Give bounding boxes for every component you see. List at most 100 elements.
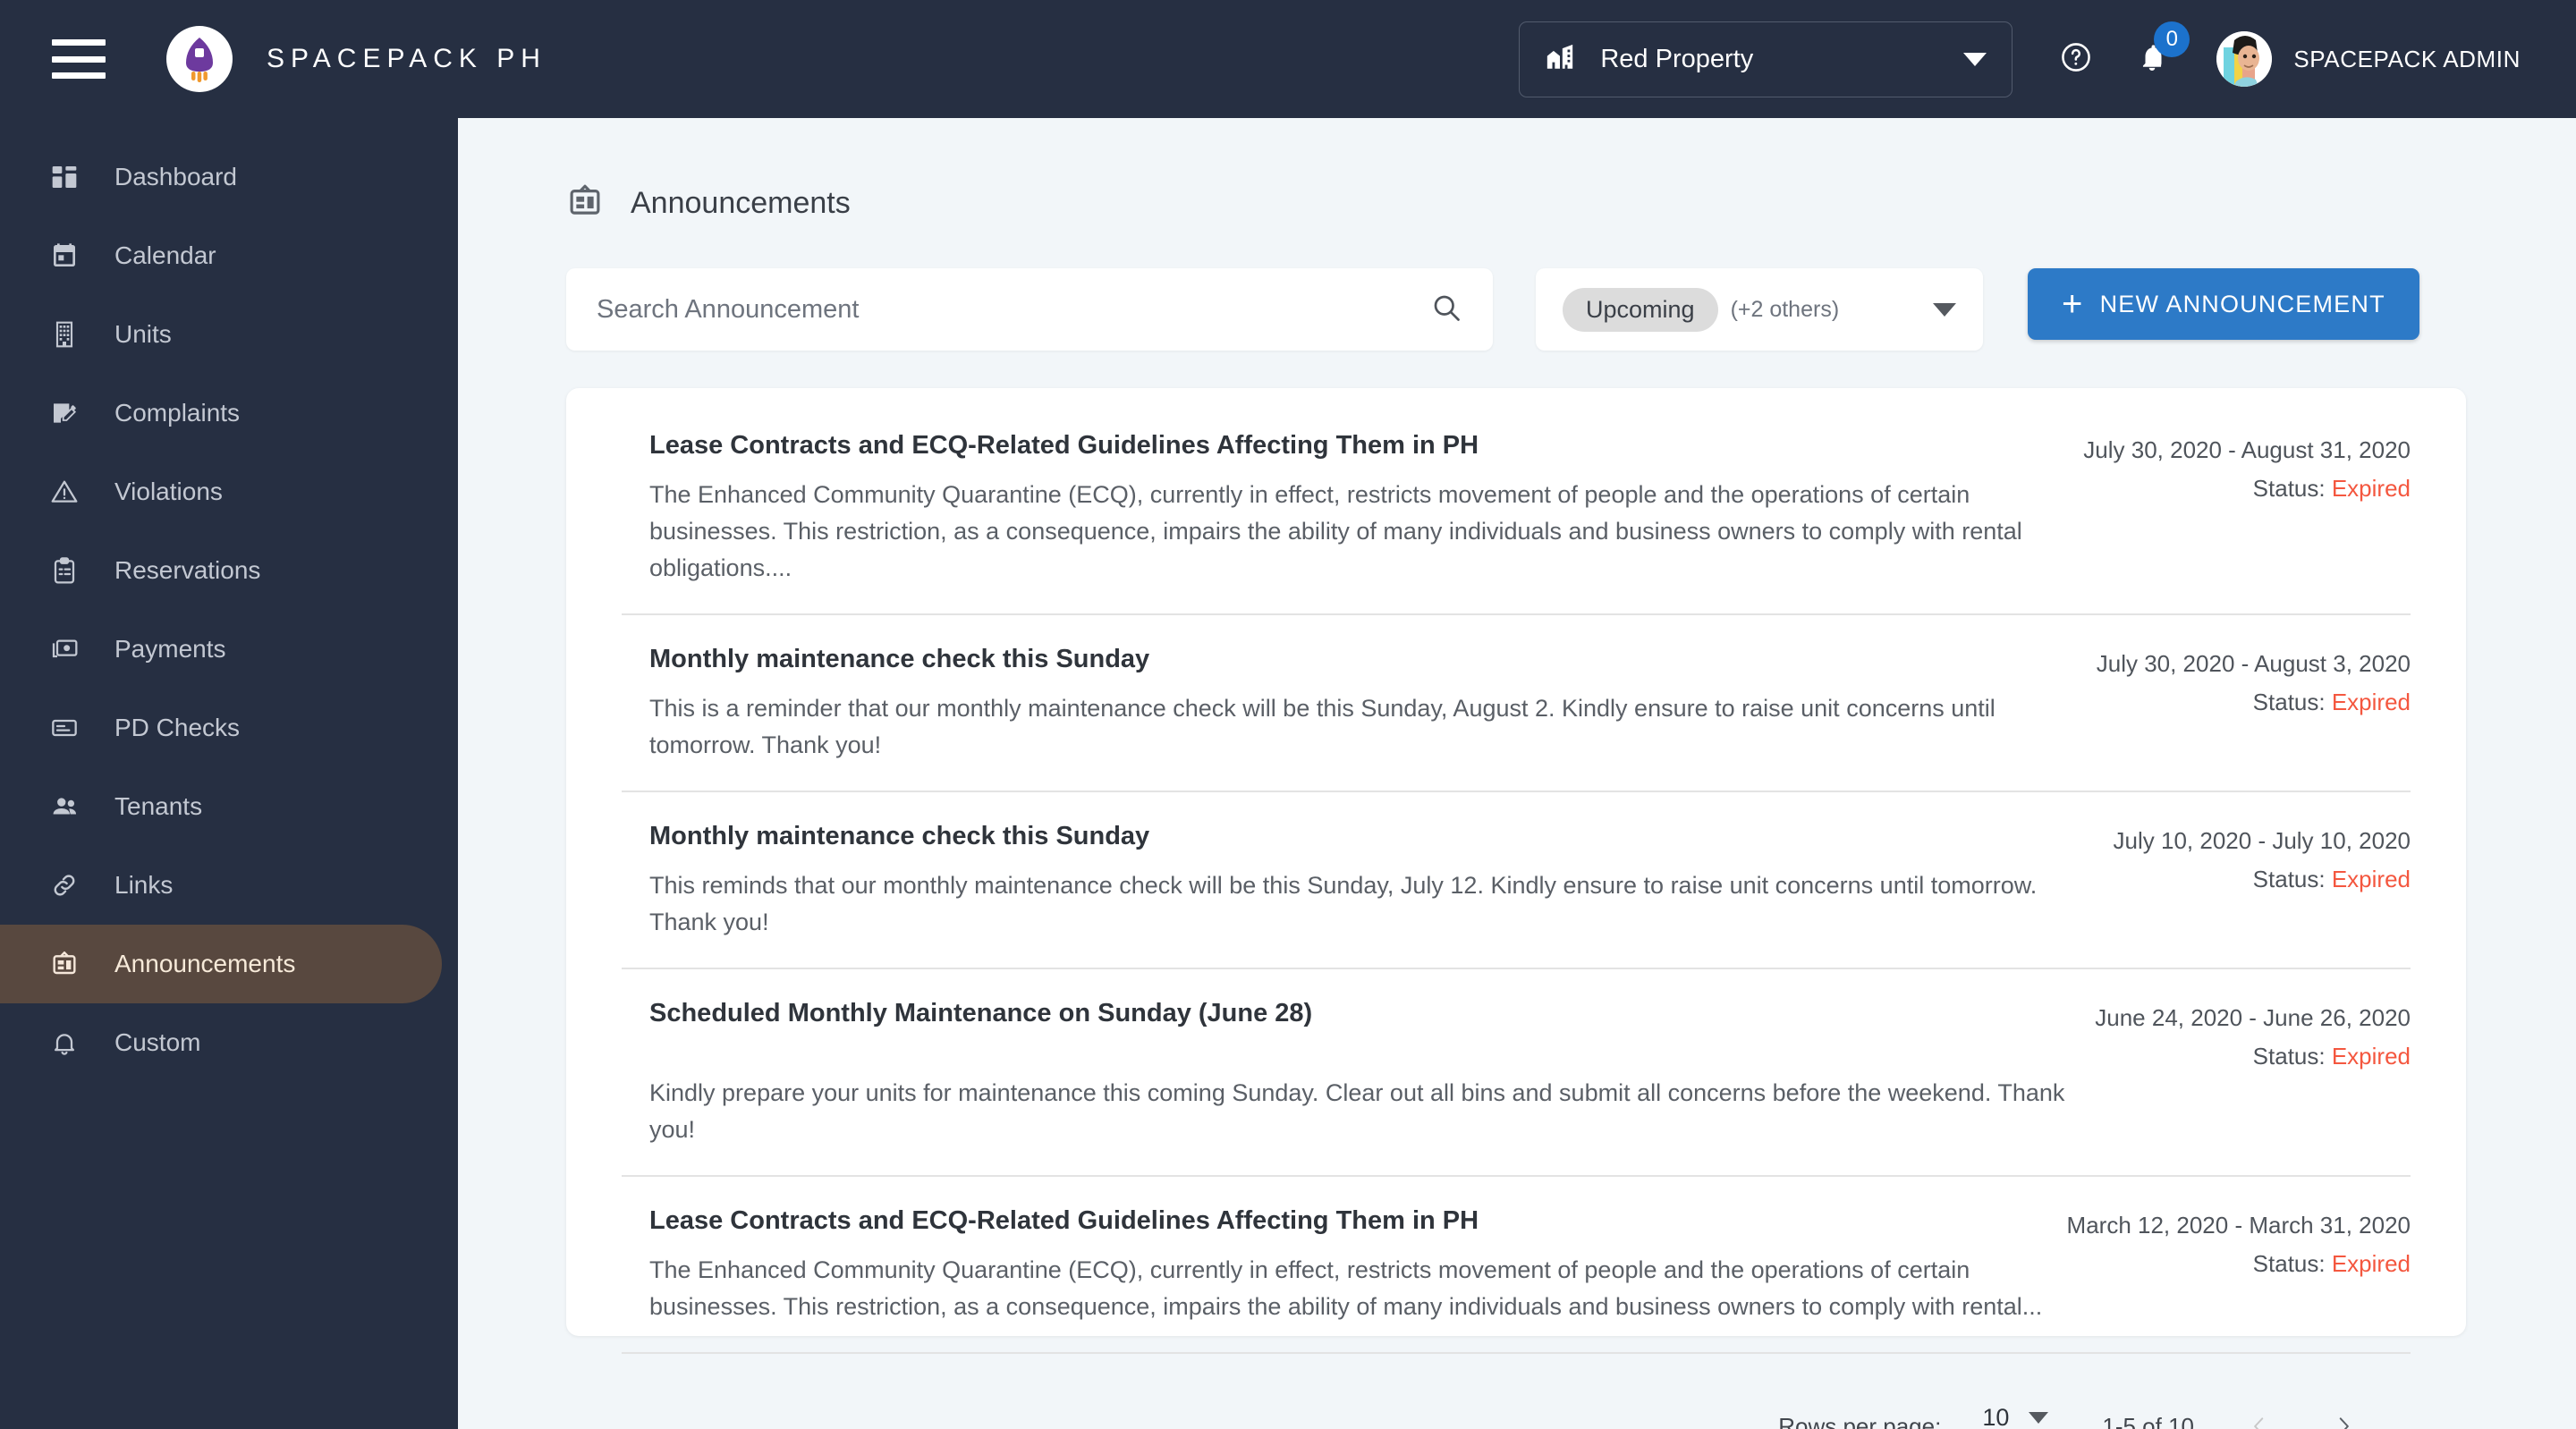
search-input[interactable] [597, 294, 1430, 325]
bell-outline-icon [50, 1028, 91, 1057]
announcement-title: Lease Contracts and ECQ-Related Guidelin… [649, 1206, 1479, 1235]
status-badge: Status: Expired [2097, 689, 2411, 716]
page-title: Announcements [631, 186, 851, 220]
announcement-meta: June 24, 2020 - June 26, 2020 Status: Ex… [2095, 999, 2411, 1148]
search-icon[interactable] [1430, 292, 1462, 328]
avatar [2216, 31, 2273, 87]
help-circle-icon[interactable] [2059, 40, 2093, 79]
announcements-card: Lease Contracts and ECQ-Related Guidelin… [566, 388, 2466, 1429]
table-row[interactable]: Monthly maintenance check this Sunday Th… [622, 792, 2411, 969]
people-icon [50, 791, 91, 822]
status-filter-dropdown[interactable]: Upcoming (+2 others) [1536, 268, 1983, 351]
sidebar-item-label: Violations [114, 478, 223, 505]
property-name: Red Property [1600, 44, 1754, 73]
previous-page-button[interactable] [2241, 1402, 2278, 1429]
sidebar-item-label: Calendar [114, 241, 216, 269]
announcement-dates: March 12, 2020 - March 31, 2020 [2066, 1212, 2411, 1239]
status-badge: Status: Expired [2067, 1250, 2411, 1278]
rows-per-page-label: Rows per page: [1778, 1412, 1942, 1429]
plus-icon: + [2062, 284, 2084, 324]
status-label: Status: [2252, 1043, 2326, 1070]
warning-icon [50, 478, 91, 506]
top-app-bar: SPACEPACK PH Red Property 0 SPACEPACK AD… [0, 0, 2576, 118]
announcement-content: Scheduled Monthly Maintenance on Sunday … [622, 999, 2071, 1148]
status-value: Expired [2331, 475, 2411, 502]
main-content: Announcements Upcoming (+2 others) + NEW… [458, 118, 2576, 1429]
announcement-content: Monthly maintenance check this Sunday Th… [622, 822, 2071, 941]
search-box[interactable] [566, 268, 1493, 351]
dashboard-icon [50, 163, 91, 191]
rows-per-page-value: 10 [1982, 1404, 2010, 1429]
rocket-logo-icon [166, 26, 233, 92]
table-row[interactable]: Monthly maintenance check this Sunday Th… [622, 615, 2411, 792]
status-badge: Status: Expired [2095, 1043, 2411, 1070]
table-row[interactable]: Lease Contracts and ECQ-Related Guidelin… [622, 388, 2411, 615]
announcement-content: Lease Contracts and ECQ-Related Guidelin… [622, 1206, 2067, 1325]
sidebar-item-label: Units [114, 320, 172, 348]
status-label: Status: [2252, 1250, 2326, 1277]
sidebar-item-reservations[interactable]: Reservations [0, 531, 442, 610]
property-selector[interactable]: Red Property [1519, 21, 2013, 97]
announcement-body: This reminds that our monthly maintenanc… [649, 872, 2038, 935]
sidebar-item-custom[interactable]: Custom [0, 1003, 442, 1082]
sidebar-item-label: Links [114, 871, 174, 899]
chevron-down-icon[interactable] [1963, 52, 1987, 66]
chevron-down-icon[interactable] [1933, 302, 1956, 317]
status-value: Expired [2331, 1250, 2411, 1277]
status-label: Status: [2252, 475, 2326, 502]
status-label: Status: [2252, 866, 2326, 892]
announcement-title: Lease Contracts and ECQ-Related Guidelin… [649, 431, 1479, 460]
sidebar-item-label: Payments [114, 635, 226, 663]
sidebar-item-units[interactable]: Units [0, 295, 442, 374]
status-badge: Status: Expired [2114, 866, 2411, 893]
sidebar-item-payments[interactable]: Payments [0, 610, 442, 689]
new-announcement-label: NEW ANNOUNCEMENT [2099, 290, 2385, 317]
sidebar-item-label: Reservations [114, 556, 261, 584]
filter-extra-count: (+2 others) [1730, 296, 1840, 322]
announcement-body: Kindly prepare your units for maintenanc… [649, 1079, 2065, 1143]
notifications-button[interactable]: 0 [2136, 21, 2190, 79]
sidebar-item-tenants[interactable]: Tenants [0, 767, 442, 846]
cash-icon [50, 635, 91, 664]
link-icon [50, 871, 91, 900]
sidebar-item-pd-checks[interactable]: PD Checks [0, 689, 442, 767]
user-name: SPACEPACK ADMIN [2293, 45, 2521, 72]
pagination-range: 1-5 of 10 [2102, 1412, 2194, 1429]
announcement-dates: June 24, 2020 - June 26, 2020 [2095, 1004, 2411, 1031]
bell-icon [2136, 44, 2168, 78]
sidebar-item-complaints[interactable]: Complaints [0, 374, 442, 452]
announcement-board-icon [566, 182, 604, 224]
top-bar-right: Red Property 0 SPACEPACK ADMIN [1519, 0, 2576, 118]
announcement-content: Lease Contracts and ECQ-Related Guidelin… [622, 431, 2071, 587]
table-row[interactable]: Lease Contracts and ECQ-Related Guidelin… [622, 1177, 2411, 1354]
rows-per-page-select[interactable]: 10 [1975, 1404, 2059, 1429]
user-menu[interactable]: SPACEPACK ADMIN [2216, 31, 2521, 87]
hamburger-menu-icon[interactable] [52, 39, 106, 79]
sidebar-item-label: Dashboard [114, 163, 237, 190]
new-announcement-button[interactable]: + NEW ANNOUNCEMENT [2028, 268, 2419, 340]
sidebar-item-calendar[interactable]: Calendar [0, 216, 442, 295]
sidebar-item-label: Custom [114, 1028, 201, 1056]
announcement-meta: March 12, 2020 - March 31, 2020 Status: … [2067, 1206, 2411, 1325]
table-row[interactable]: Scheduled Monthly Maintenance on Sunday … [622, 969, 2411, 1177]
brand-name: SPACEPACK PH [267, 44, 547, 73]
sidebar-item-label: Complaints [114, 399, 241, 427]
sidebar-item-label: Announcements [114, 950, 296, 977]
filter-chip: Upcoming [1563, 287, 1718, 332]
edit-note-icon [50, 399, 91, 427]
announcement-meta: July 10, 2020 - July 10, 2020 Status: Ex… [2114, 822, 2411, 941]
sidebar-item-dashboard[interactable]: Dashboard [0, 138, 442, 216]
announcement-title: Monthly maintenance check this Sunday [649, 822, 1150, 850]
announcement-meta: July 30, 2020 - August 3, 2020 Status: E… [2097, 645, 2411, 764]
announcement-title: Monthly maintenance check this Sunday [649, 645, 1150, 673]
toolbar: Upcoming (+2 others) + NEW ANNOUNCEMENT [566, 268, 2576, 351]
building-icon [1545, 42, 1575, 77]
sidebar-item-announcements[interactable]: Announcements [0, 925, 442, 1003]
sidebar-item-links[interactable]: Links [0, 846, 442, 925]
next-page-button[interactable] [2325, 1402, 2362, 1429]
sidebar-item-violations[interactable]: Violations [0, 452, 442, 531]
status-value: Expired [2331, 1043, 2411, 1070]
announcement-body: This is a reminder that our monthly main… [649, 695, 1996, 758]
page-header: Announcements [566, 182, 2576, 224]
sidebar-nav: Dashboard Calendar Units Complaints Viol… [0, 118, 458, 1429]
